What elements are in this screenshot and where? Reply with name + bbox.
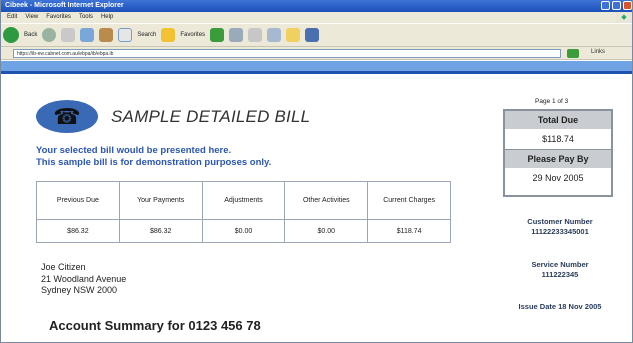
charges-table: Previous Due Your Payments Adjustments O… <box>36 181 451 243</box>
title-bar: Cibeek - Microsoft Internet Explorer <box>1 0 632 12</box>
home-icon[interactable] <box>99 28 114 42</box>
table-cell: $86.32 <box>36 219 120 243</box>
address-line: Sydney NSW 2000 <box>41 285 118 295</box>
search-icon[interactable] <box>118 28 133 42</box>
customer-address: Joe Citizen 21 Woodland Avenue Sydney NS… <box>41 262 126 297</box>
menu-bar: Edit View Favorites Tools Help ◆ <box>1 12 632 23</box>
site-header-band <box>1 61 632 71</box>
menu-edit[interactable]: Edit <box>7 12 17 23</box>
go-button[interactable] <box>567 49 579 58</box>
address-input[interactable]: https://ib-ew.cabnet.com.au/ebpa/ib/ebpa… <box>13 49 561 58</box>
links-label[interactable]: Links <box>591 49 605 55</box>
total-due-label: Total Due <box>505 111 611 129</box>
window-title: Cibeek - Microsoft Internet Explorer <box>5 2 124 9</box>
issue-date: Issue Date 18 Nov 2005 <box>518 302 602 311</box>
search-label[interactable]: Search <box>137 32 156 38</box>
windows-logo-icon: ◆ <box>616 12 632 23</box>
customer-number-label: Customer Number <box>527 217 593 226</box>
column-header: Previous Due <box>36 181 120 220</box>
address-bar: https://ib-ew.cabnet.com.au/ebpa/ib/ebpa… <box>1 47 632 60</box>
forward-icon[interactable] <box>42 28 57 42</box>
column-header: Other Activities <box>284 181 369 220</box>
customer-number-block: Customer Number 11122233345001 <box>497 217 623 237</box>
table-row: $86.32 $86.32 $0.00 $0.00 $118.74 <box>36 219 451 243</box>
bill-page: ☎ SAMPLE DETAILED BILL Your selected bil… <box>1 74 632 342</box>
table-cell: $118.74 <box>367 219 451 243</box>
pay-by-label: Please Pay By <box>505 150 611 168</box>
account-summary-heading: Account Summary for 0123 456 78 <box>49 318 261 333</box>
history-icon[interactable] <box>229 28 244 42</box>
favorites-icon[interactable] <box>161 28 176 42</box>
table-cell: $0.00 <box>284 219 369 243</box>
service-number-value: 111222345 <box>541 270 579 279</box>
table-cell: $0.00 <box>201 219 286 243</box>
pay-by-value: 29 Nov 2005 <box>532 173 584 183</box>
refresh-icon[interactable] <box>80 28 95 42</box>
column-header: Current Charges <box>367 181 451 220</box>
close-button[interactable] <box>623 1 632 10</box>
intro-line: Your selected bill would be presented he… <box>36 145 232 156</box>
mail-icon[interactable] <box>248 28 263 42</box>
address-line: Joe Citizen <box>41 262 86 272</box>
menu-tools[interactable]: Tools <box>79 12 93 23</box>
page-number: Page 1 of 3 <box>535 98 569 105</box>
service-number-block: Service Number 111222345 <box>497 260 623 280</box>
media-icon[interactable] <box>210 28 225 42</box>
print-icon[interactable] <box>267 28 282 42</box>
service-number-label: Service Number <box>531 260 589 269</box>
table-cell: $86.32 <box>118 219 203 243</box>
minimize-button[interactable] <box>601 1 610 10</box>
address-line: 21 Woodland Avenue <box>41 273 127 284</box>
back-icon[interactable] <box>3 27 19 43</box>
customer-number-value: 11122233345001 <box>531 227 589 236</box>
toolbar: Back Search Favorites <box>1 23 632 47</box>
messenger-icon[interactable] <box>305 28 320 42</box>
total-due-value: $118.74 <box>505 129 611 150</box>
intro-line: This sample bill is for demonstration pu… <box>36 157 272 168</box>
maximize-button[interactable] <box>612 1 621 10</box>
payment-summary-box: Total Due $118.74 Please Pay By 29 Nov 2… <box>503 109 613 197</box>
stop-icon[interactable] <box>61 28 76 42</box>
browser-window: Cibeek - Microsoft Internet Explorer Edi… <box>0 0 633 343</box>
folder-icon[interactable] <box>286 28 301 42</box>
menu-help[interactable]: Help <box>101 12 113 23</box>
back-label[interactable]: Back <box>24 32 37 38</box>
page-title: SAMPLE DETAILED BILL <box>111 107 311 126</box>
column-header: Your Payments <box>118 181 203 220</box>
intro-text: Your selected bill would be presented he… <box>36 145 271 169</box>
favorites-label[interactable]: Favorites <box>180 32 205 38</box>
menu-view[interactable]: View <box>25 12 38 23</box>
phone-icon: ☎ <box>36 100 98 133</box>
menu-favorites[interactable]: Favorites <box>46 12 71 23</box>
column-header: Adjustments <box>201 181 286 220</box>
table-header-row: Previous Due Your Payments Adjustments O… <box>36 181 451 220</box>
